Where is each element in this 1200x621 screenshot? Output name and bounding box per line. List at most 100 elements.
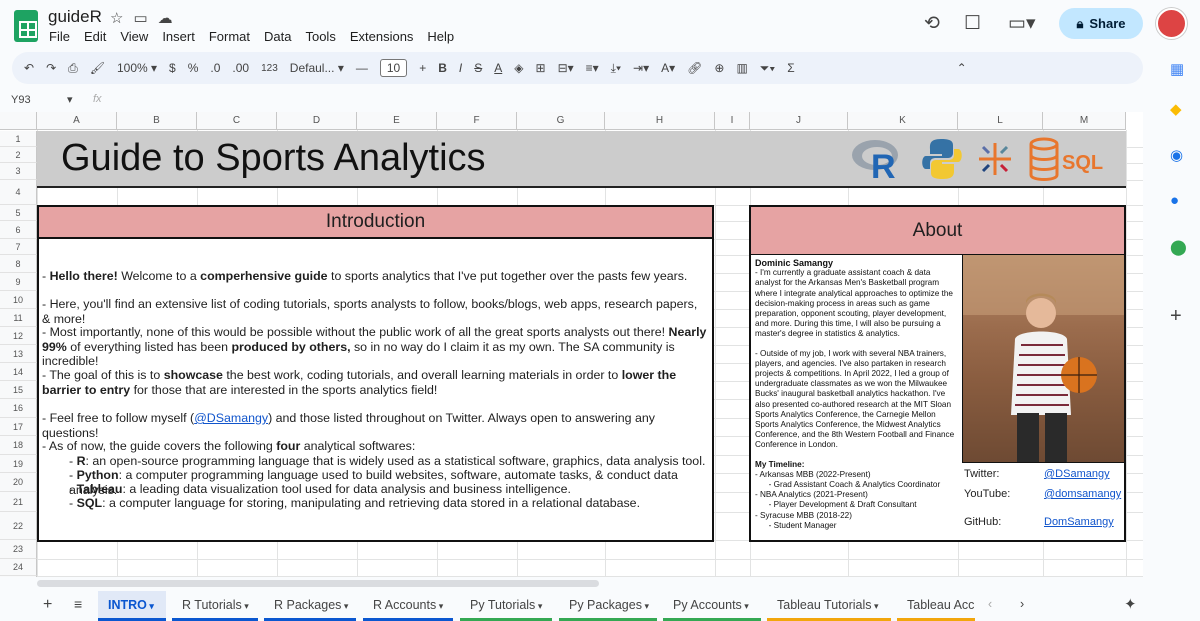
functions-icon[interactable]: Σ [787,61,794,75]
decrease-decimal-button[interactable]: .0 [210,61,220,75]
select-all-corner[interactable] [0,112,37,130]
sheet-tab[interactable]: INTRO ▾ [98,591,166,621]
name-box[interactable]: Y93 [11,94,31,106]
collapse-toolbar-icon[interactable]: ⌃ [957,61,967,75]
chevron-down-icon[interactable]: ▾ [742,601,749,611]
scroll-tabs-left-icon[interactable]: ‹ [988,597,992,611]
horizontal-scrollbar[interactable] [37,580,599,587]
column-header[interactable]: J [750,112,848,130]
text-color-icon[interactable]: A [494,61,502,75]
github-link[interactable]: DomSamangy [1044,516,1114,528]
row-header[interactable]: 18 [0,436,37,455]
row-header[interactable]: 21 [0,492,37,512]
menu-insert[interactable]: Insert [162,29,195,44]
avatar[interactable] [1156,8,1187,39]
row-header[interactable]: 4 [0,180,37,205]
row-header[interactable]: 5 [0,205,37,221]
row-header[interactable]: 2 [0,147,37,163]
sheet-tab[interactable]: Py Packages ▾ [559,591,657,621]
chevron-down-icon[interactable]: ▾ [341,601,349,611]
row-header[interactable]: 6 [0,221,37,239]
maps-icon[interactable]: ⬤ [1170,238,1187,256]
row-header[interactable]: 11 [0,309,37,327]
column-header[interactable]: B [117,112,197,130]
sheet-tab[interactable]: Tableau Tutorials ▾ [767,591,891,621]
print-icon[interactable]: ⎙ [68,61,78,76]
row-header[interactable]: 20 [0,473,37,492]
star-icon[interactable]: ☆ [110,10,133,27]
column-header[interactable]: F [437,112,517,130]
explore-icon[interactable]: ✦ [1124,595,1137,613]
row-header[interactable]: 10 [0,291,37,309]
text-rotation-icon[interactable]: A▾ [661,61,675,75]
filter-icon[interactable]: ⏷▾ [760,61,775,76]
all-sheets-icon[interactable]: ≡ [74,596,82,612]
chevron-down-icon[interactable]: ▾ [642,601,649,611]
paint-format-icon[interactable]: 🖌︎ [90,61,105,75]
sheets-logo-icon[interactable] [14,10,38,42]
row-header[interactable]: 16 [0,399,37,418]
chevron-down-icon[interactable]: ▾ [535,601,543,611]
row-header[interactable]: 8 [0,255,37,273]
row-header[interactable]: 9 [0,273,37,291]
column-header[interactable]: A [37,112,117,130]
font-size-increase-icon[interactable]: + [419,61,426,75]
merge-cells-icon[interactable]: ⊟▾ [558,61,574,75]
row-header[interactable]: 19 [0,455,37,473]
row-header[interactable]: 3 [0,163,37,180]
column-header[interactable]: G [517,112,605,130]
column-header[interactable]: K [848,112,958,130]
column-header[interactable]: C [197,112,277,130]
column-header[interactable]: M [1043,112,1126,130]
menu-extensions[interactable]: Extensions [350,29,414,44]
chevron-down-icon[interactable]: ▾ [67,93,73,106]
menu-format[interactable]: Format [209,29,250,44]
share-button[interactable]: 🔒︎ Share [1059,8,1143,39]
increase-decimal-button[interactable]: .00 [232,61,249,75]
comments-icon[interactable]: ☐ [964,12,981,35]
menu-edit[interactable]: Edit [84,29,106,44]
contacts-icon[interactable]: ● [1170,192,1179,209]
font-select[interactable]: Defaul... ▾ [290,61,344,75]
row-header[interactable]: 22 [0,512,37,540]
row-header[interactable]: 1 [0,131,37,147]
column-header[interactable]: L [958,112,1043,130]
menu-view[interactable]: View [120,29,148,44]
valign-icon[interactable]: ⤓▾ [611,61,621,76]
sheet-tab[interactable]: Py Accounts ▾ [663,591,761,621]
currency-button[interactable]: $ [169,61,176,75]
menu-data[interactable]: Data [264,29,291,44]
twitter-handle-link[interactable]: @DSamangy [1044,468,1110,480]
keep-icon[interactable]: ◆ [1170,100,1182,118]
menu-file[interactable]: File [49,29,70,44]
column-header[interactable]: D [277,112,357,130]
bold-icon[interactable]: B [438,61,447,75]
number-format-button[interactable]: 123 [261,63,278,74]
row-header[interactable]: 24 [0,559,37,576]
twitter-link[interactable]: @DSamangy [194,411,268,425]
scroll-tabs-right-icon[interactable]: › [1020,597,1024,611]
comment-icon[interactable]: ⊕ [714,61,724,75]
link-icon[interactable]: 🔗︎ [687,61,702,75]
borders-icon[interactable]: ⊞ [536,61,546,75]
row-header[interactable]: 23 [0,540,37,559]
italic-icon[interactable]: I [459,61,462,75]
row-header[interactable]: 7 [0,239,37,255]
calendar-icon[interactable]: ▦ [1170,60,1184,78]
cloud-status-icon[interactable]: ☁ [158,10,183,27]
tasks-icon[interactable]: ◉ [1170,146,1183,164]
font-size-decrease-icon[interactable]: — [356,61,368,75]
menu-help[interactable]: Help [427,29,454,44]
chevron-down-icon[interactable]: ▾ [242,601,249,611]
add-addon-icon[interactable]: + [1170,305,1182,328]
menu-tools[interactable]: Tools [305,29,335,44]
add-sheet-icon[interactable]: + [43,596,52,614]
zoom-select[interactable]: 100% ▾ [117,61,157,75]
sheet-tab[interactable]: R Packages ▾ [264,591,356,621]
row-header[interactable]: 12 [0,327,37,345]
row-header[interactable]: 17 [0,418,37,436]
sheet-tab[interactable]: R Tutorials ▾ [172,591,258,621]
strikethrough-icon[interactable]: S [474,61,482,75]
row-header[interactable]: 15 [0,381,37,399]
document-title[interactable]: guideR [48,7,102,27]
